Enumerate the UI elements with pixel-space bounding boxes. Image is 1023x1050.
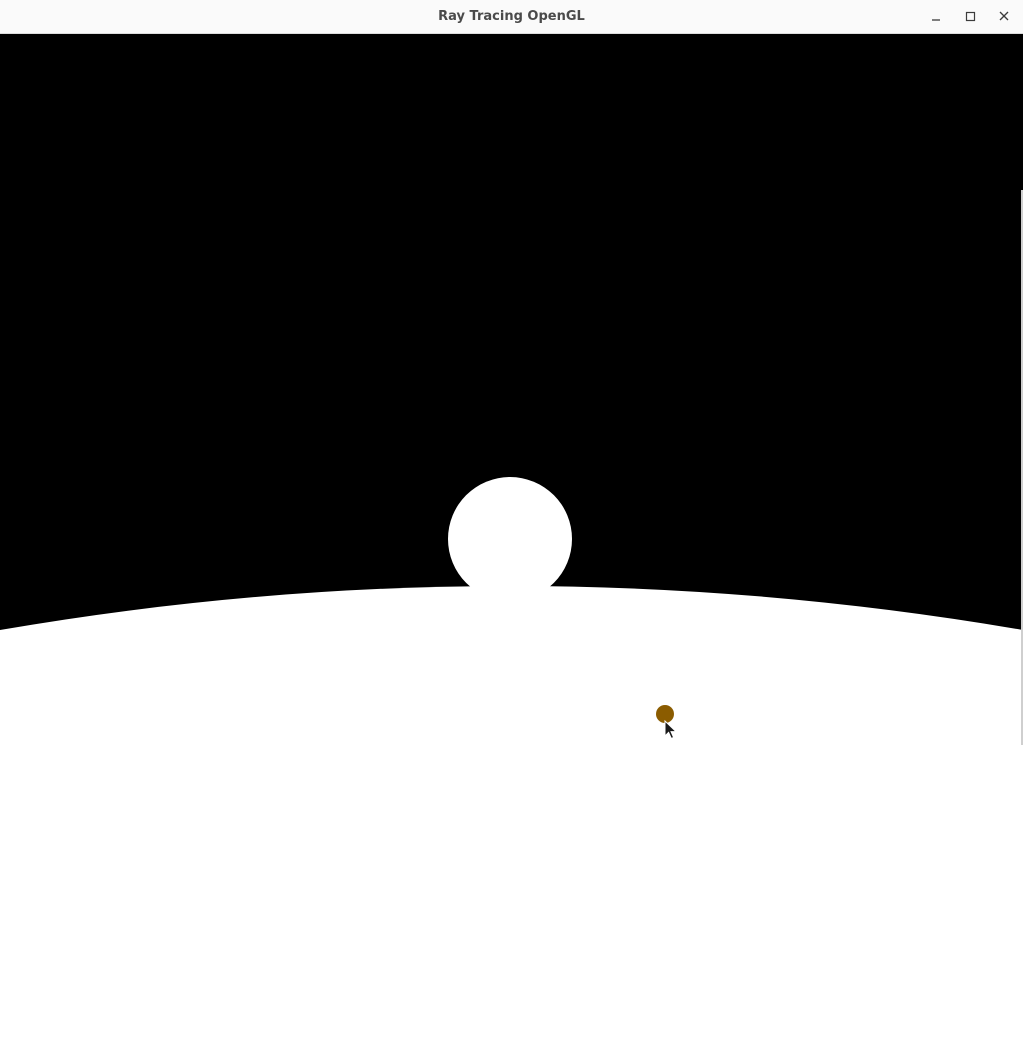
light-marker[interactable] <box>656 705 674 723</box>
ground-sphere <box>0 586 1023 1050</box>
render-viewport[interactable] <box>0 34 1023 1050</box>
close-icon <box>999 11 1009 21</box>
close-button[interactable] <box>987 0 1021 34</box>
maximize-icon <box>965 11 976 22</box>
maximize-button[interactable] <box>953 0 987 34</box>
title-bar[interactable]: Ray Tracing OpenGL <box>0 0 1023 34</box>
small-sphere <box>448 477 572 601</box>
render-canvas <box>0 34 1023 1050</box>
minimize-icon <box>932 19 940 21</box>
window-title: Ray Tracing OpenGL <box>438 9 585 24</box>
minimize-button[interactable] <box>919 0 953 34</box>
app-window: Ray Tracing OpenGL <box>0 0 1023 1050</box>
